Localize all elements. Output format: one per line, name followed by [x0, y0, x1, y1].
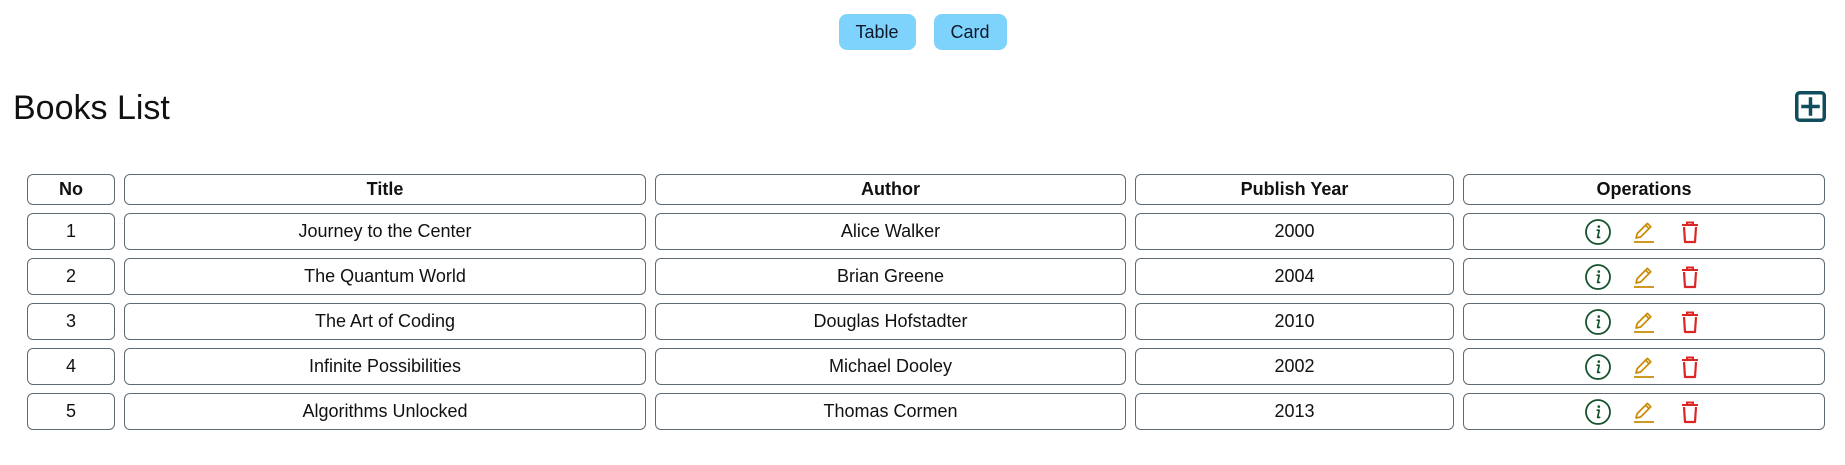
cell-author: Douglas Hofstadter: [655, 303, 1126, 340]
column-header-author: Author: [655, 174, 1126, 205]
info-circle-icon[interactable]: [1584, 353, 1612, 381]
cell-author: Thomas Cormen: [655, 393, 1126, 430]
operations-group: [1464, 398, 1824, 426]
column-header-title: Title: [124, 174, 646, 205]
trash-delete-icon[interactable]: [1676, 398, 1704, 426]
trash-delete-icon[interactable]: [1676, 263, 1704, 291]
info-circle-icon[interactable]: [1584, 218, 1612, 246]
cell-no: 5: [27, 393, 115, 430]
cell-author: Michael Dooley: [655, 348, 1126, 385]
table-view-button[interactable]: Table: [838, 14, 916, 50]
cell-operations: [1463, 348, 1825, 385]
page-title: Books List: [13, 89, 170, 127]
column-header-operations: Operations: [1463, 174, 1825, 205]
view-toggle: Table Card: [0, 14, 1845, 50]
column-header-publish-year: Publish Year: [1135, 174, 1454, 205]
cell-author: Brian Greene: [655, 258, 1126, 295]
cell-title: The Art of Coding: [124, 303, 646, 340]
operations-group: [1464, 263, 1824, 291]
trash-delete-icon[interactable]: [1676, 353, 1704, 381]
pencil-edit-icon[interactable]: [1630, 308, 1658, 336]
cell-operations: [1463, 213, 1825, 250]
table-row: 2 The Quantum World Brian Greene 2004: [27, 258, 1825, 295]
cell-no: 1: [27, 213, 115, 250]
trash-delete-icon[interactable]: [1676, 308, 1704, 336]
cell-title: Algorithms Unlocked: [124, 393, 646, 430]
cell-no: 3: [27, 303, 115, 340]
cell-author: Alice Walker: [655, 213, 1126, 250]
add-book-button[interactable]: [1795, 91, 1826, 122]
cell-operations: [1463, 258, 1825, 295]
cell-title: Infinite Possibilities: [124, 348, 646, 385]
pencil-edit-icon[interactable]: [1630, 218, 1658, 246]
table-row: 4 Infinite Possibilities Michael Dooley …: [27, 348, 1825, 385]
cell-no: 4: [27, 348, 115, 385]
cell-no: 2: [27, 258, 115, 295]
table-header-row: No Title Author Publish Year Operations: [27, 174, 1825, 205]
column-header-no: No: [27, 174, 115, 205]
plus-square-icon: [1795, 91, 1826, 122]
cell-publish-year: 2000: [1135, 213, 1454, 250]
cell-operations: [1463, 393, 1825, 430]
pencil-edit-icon[interactable]: [1630, 263, 1658, 291]
operations-group: [1464, 353, 1824, 381]
pencil-edit-icon[interactable]: [1630, 353, 1658, 381]
table-row: 3 The Art of Coding Douglas Hofstadter 2…: [27, 303, 1825, 340]
card-view-button[interactable]: Card: [933, 14, 1007, 50]
info-circle-icon[interactable]: [1584, 398, 1612, 426]
cell-operations: [1463, 303, 1825, 340]
cell-publish-year: 2013: [1135, 393, 1454, 430]
table-row: 1 Journey to the Center Alice Walker 200…: [27, 213, 1825, 250]
cell-publish-year: 2010: [1135, 303, 1454, 340]
info-circle-icon[interactable]: [1584, 308, 1612, 336]
operations-group: [1464, 308, 1824, 336]
operations-group: [1464, 218, 1824, 246]
trash-delete-icon[interactable]: [1676, 218, 1704, 246]
cell-publish-year: 2002: [1135, 348, 1454, 385]
cell-publish-year: 2004: [1135, 258, 1454, 295]
table-row: 5 Algorithms Unlocked Thomas Cormen 2013: [27, 393, 1825, 430]
pencil-edit-icon[interactable]: [1630, 398, 1658, 426]
cell-title: The Quantum World: [124, 258, 646, 295]
cell-title: Journey to the Center: [124, 213, 646, 250]
books-table: No Title Author Publish Year Operations …: [18, 166, 1834, 438]
info-circle-icon[interactable]: [1584, 263, 1612, 291]
